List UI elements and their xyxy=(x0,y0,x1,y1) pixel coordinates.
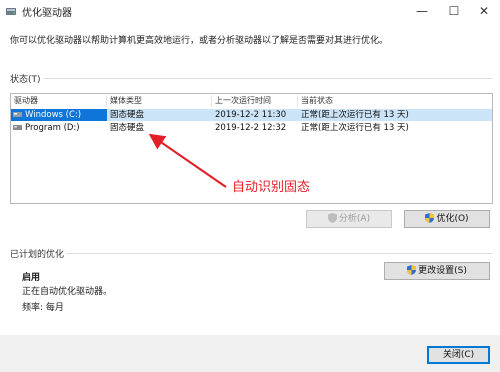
scheduled-divider xyxy=(66,253,492,254)
drive-row-d[interactable]: Program (D:) 固态硬盘 2019-12-2 12:32 正常(距上次… xyxy=(11,122,492,134)
optimize-button[interactable]: 优化(O) xyxy=(404,210,490,228)
scheduled-state: 启用 xyxy=(22,273,41,283)
title-bar: 优化驱动器 — ☐ ✕ xyxy=(0,0,500,22)
drive-name-cell: Windows (C:) xyxy=(11,109,107,121)
footer-bar: 关闭(C) xyxy=(0,335,500,372)
window-title: 优化驱动器 xyxy=(22,8,72,19)
drive-name-cell: Program (D:) xyxy=(11,122,107,134)
optimize-drives-app-icon xyxy=(6,8,16,15)
change-settings-label: 更改设置(S) xyxy=(418,266,467,276)
optimize-label: 优化(O) xyxy=(436,214,469,224)
last-run-cell: 2019-12-2 12:32 xyxy=(215,123,287,133)
scheduled-section-label: 已计划的优化 xyxy=(10,250,65,260)
column-header-last-run[interactable]: 上一次运行时间 xyxy=(212,95,298,107)
close-window-button[interactable]: ✕ xyxy=(470,0,498,22)
description-text: 你可以优化驱动器以帮助计算机更高效地运行，或者分析驱动器以了解是否需要对其进行优… xyxy=(10,36,389,46)
minimize-button[interactable]: — xyxy=(408,0,436,22)
windows-drive-icon xyxy=(13,112,22,117)
media-type-cell: 固态硬盘 xyxy=(110,123,145,133)
analyze-label: 分析(A) xyxy=(338,214,371,224)
drive-icon xyxy=(13,125,22,130)
analyze-button[interactable]: 分析(A) xyxy=(306,210,392,228)
media-type-cell: 固态硬盘 xyxy=(110,110,145,120)
column-header-status[interactable]: 当前状态 xyxy=(298,95,492,107)
status-cell: 正常(距上次运行已有 13 天) xyxy=(301,110,409,120)
shield-icon xyxy=(425,213,435,223)
maximize-button[interactable]: ☐ xyxy=(440,0,468,22)
status-divider xyxy=(44,78,492,79)
optimize-drives-window: 优化驱动器 — ☐ ✕ 你可以优化驱动器以帮助计算机更高效地运行，或者分析驱动器… xyxy=(0,0,500,372)
column-header-drive[interactable]: 驱动器 xyxy=(11,95,107,107)
drive-list-header: 驱动器 媒体类型 上一次运行时间 当前状态 xyxy=(11,94,492,107)
drive-name: Program (D:) xyxy=(25,123,80,133)
scheduled-frequency: 频率: 每月 xyxy=(22,303,64,313)
status-cell: 正常(距上次运行已有 13 天) xyxy=(301,123,409,133)
drive-name: Windows (C:) xyxy=(25,110,82,120)
shield-icon xyxy=(327,213,337,223)
change-settings-button[interactable]: 更改设置(S) xyxy=(384,262,490,280)
scheduled-detail: 正在自动优化驱动器。 xyxy=(22,287,113,297)
last-run-cell: 2019-12-2 11:30 xyxy=(215,110,287,120)
annotation-label: 自动识别固态 xyxy=(232,180,311,195)
drive-row-c[interactable]: Windows (C:) 固态硬盘 2019-12-2 11:30 正常(距上次… xyxy=(11,109,492,121)
status-section-label: 状态(T) xyxy=(10,75,41,85)
close-button[interactable]: 关闭(C) xyxy=(427,346,490,364)
column-header-media-type[interactable]: 媒体类型 xyxy=(107,95,212,107)
shield-icon xyxy=(407,265,417,275)
